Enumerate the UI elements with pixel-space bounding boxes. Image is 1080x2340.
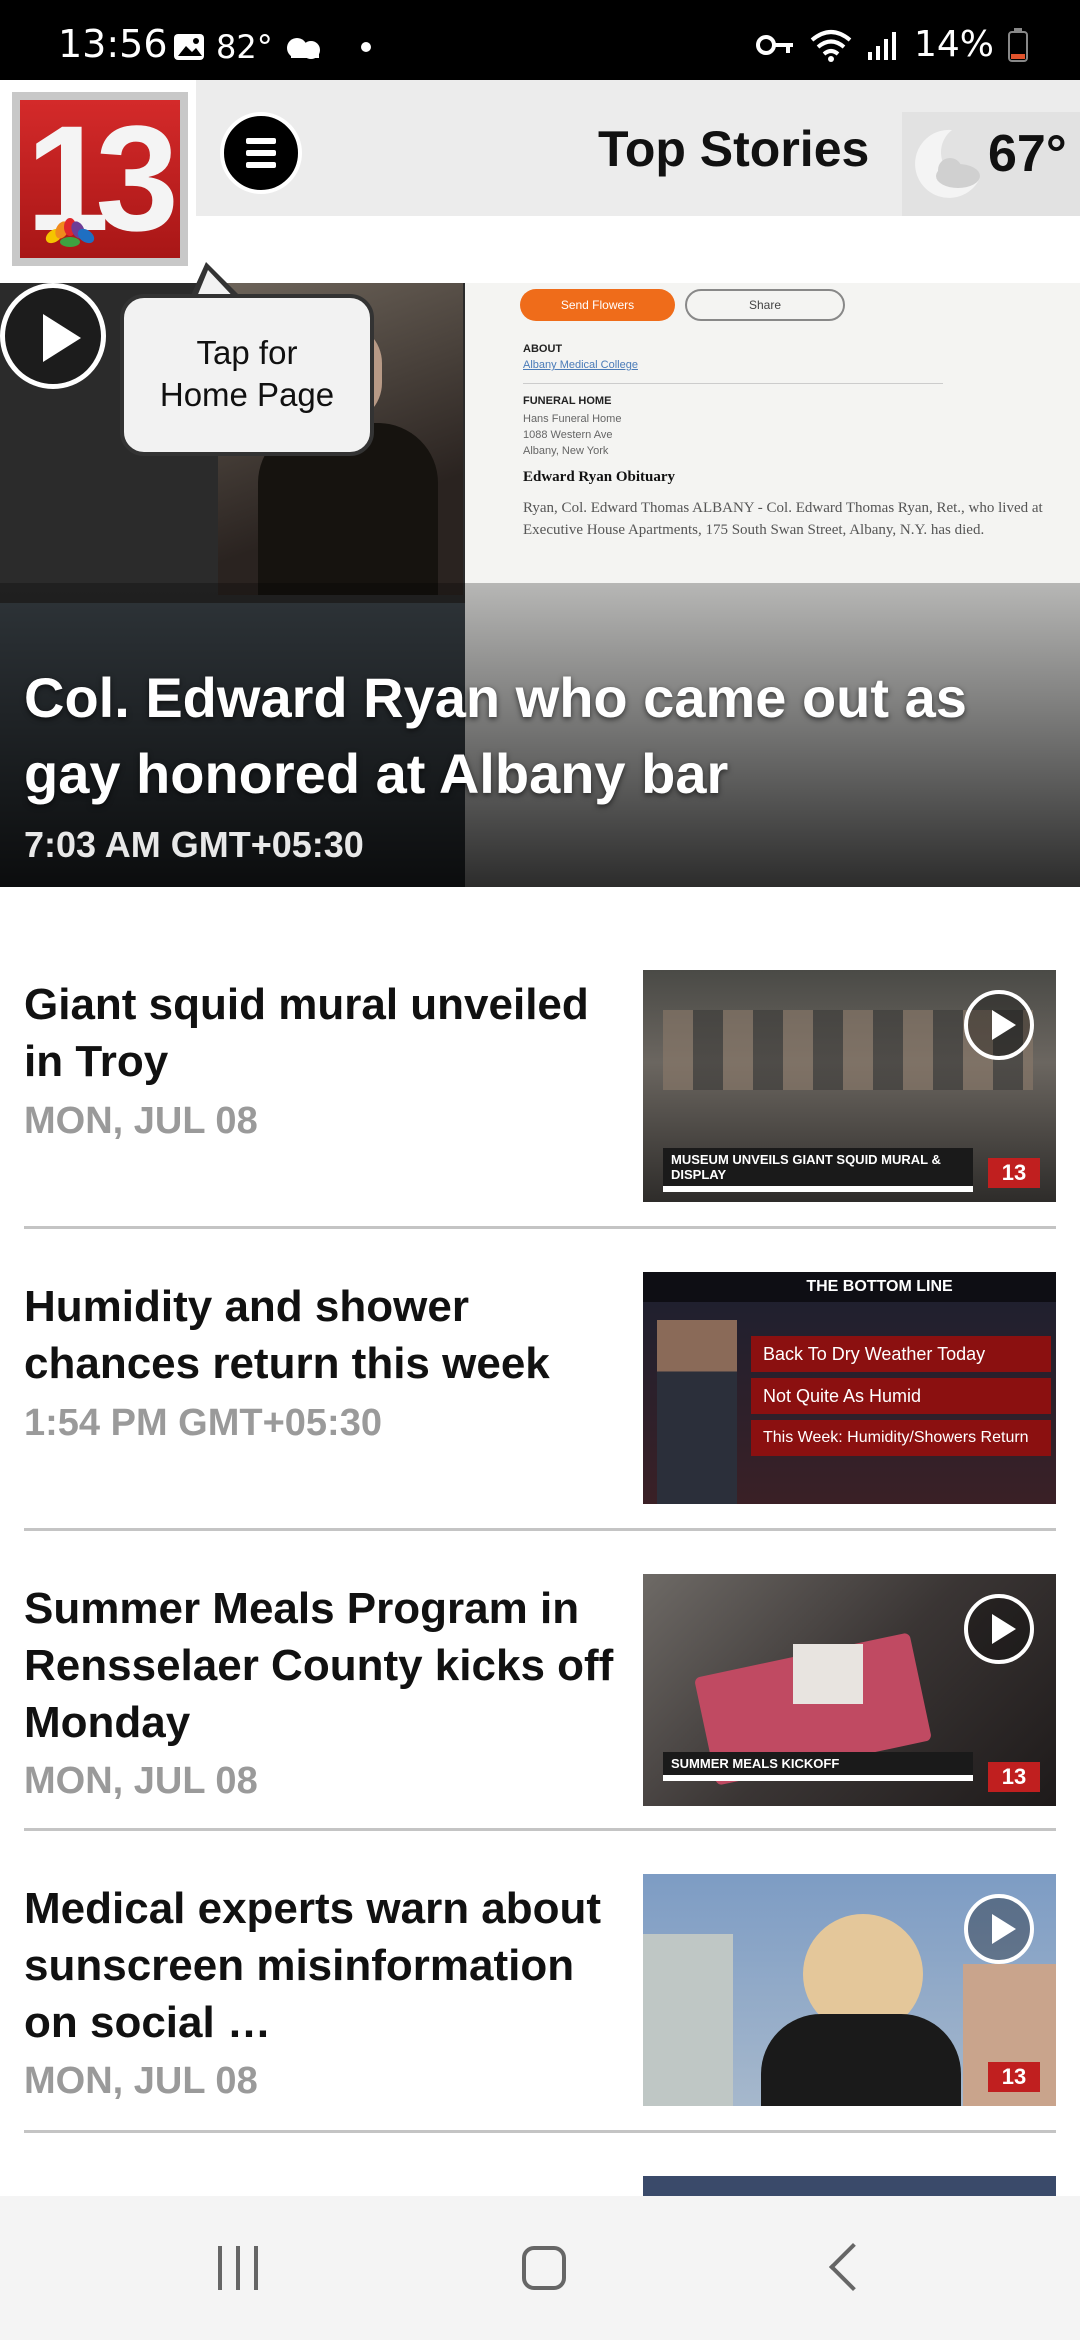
image-obit-body: Ryan, Col. Edward Thomas ALBANY - Col. E… bbox=[523, 500, 1043, 538]
story-title[interactable]: Humidity and shower chances return this … bbox=[24, 1278, 624, 1392]
play-triangle bbox=[992, 1914, 1016, 1944]
image-divider bbox=[523, 383, 943, 384]
story-divider bbox=[24, 1528, 1056, 1531]
story-title[interactable]: Summer Meals Program in Rensselaer Count… bbox=[24, 1580, 624, 1751]
thumbnail-chyron: SUMMER MEALS KICKOFF bbox=[663, 1752, 973, 1796]
recent-apps-icon bbox=[218, 2246, 222, 2290]
panel-item: Not Quite As Humid bbox=[751, 1378, 1051, 1414]
story-title[interactable]: Giant squid mural unveiled in Troy bbox=[24, 976, 624, 1090]
hamburger-icon-line bbox=[246, 162, 276, 168]
panel-item: This Week: Humidity/Showers Return bbox=[751, 1420, 1051, 1456]
next-story-thumbnail[interactable] bbox=[643, 2176, 1056, 2196]
weather-temp: 67° bbox=[988, 125, 1067, 183]
chyron-bar bbox=[663, 1186, 973, 1192]
status-time: 13:56 bbox=[58, 22, 168, 66]
panel-title: THE BOTTOM LINE bbox=[643, 1272, 1056, 1302]
battery-percent: 14% bbox=[913, 24, 994, 65]
recent-apps-icon bbox=[254, 2246, 258, 2290]
story-item[interactable]: Humidity and shower chances return this … bbox=[0, 1242, 1080, 1544]
hamburger-icon bbox=[246, 138, 276, 144]
station-logo-bug: 13 bbox=[988, 1762, 1040, 1792]
chyron-text: MUSEUM UNVEILS GIANT SQUID MURAL & DISPL… bbox=[663, 1148, 973, 1186]
thumbnail-building bbox=[643, 1934, 733, 2106]
image-obit-heading: Edward Ryan Obituary bbox=[523, 469, 675, 485]
station-logo-bug: 13 bbox=[988, 2062, 1040, 2092]
story-thumbnail[interactable]: SUMMER MEALS KICKOFF 13 bbox=[643, 1574, 1056, 1806]
story-thumbnail[interactable]: MUSEUM UNVEILS GIANT SQUID MURAL & DISPL… bbox=[643, 970, 1056, 1202]
image-funeral-addr1: 1088 Western Ave bbox=[523, 429, 613, 441]
hero-timestamp: 7:03 AM GMT+05:30 bbox=[24, 824, 364, 865]
story-title[interactable]: Medical experts warn about sunscreen mis… bbox=[24, 1880, 624, 2051]
station-logo-home-button[interactable]: 13 bbox=[12, 92, 188, 266]
story-item[interactable]: Giant squid mural unveiled in Troy MON, … bbox=[0, 940, 1080, 1242]
story-thumbnail[interactable]: 13 bbox=[643, 1874, 1056, 2106]
signal-icon bbox=[867, 31, 896, 60]
back-button[interactable] bbox=[828, 2242, 878, 2292]
logo-badge: 13 bbox=[20, 100, 180, 258]
status-notification-icons: 82° bbox=[172, 28, 371, 66]
image-funeral-name: Hans Funeral Home bbox=[523, 413, 622, 425]
home-page-tooltip: Tap for Home Page bbox=[120, 294, 374, 456]
page-title: Top Stories bbox=[598, 121, 870, 177]
gallery-icon bbox=[174, 34, 204, 60]
play-triangle bbox=[992, 1614, 1016, 1644]
tooltip-line1: Tap for bbox=[196, 334, 298, 371]
story-date: MON, JUL 08 bbox=[24, 1100, 258, 1142]
peacock-icon bbox=[45, 218, 95, 247]
play-triangle bbox=[992, 1010, 1016, 1040]
status-system-icons: 14% bbox=[755, 24, 1028, 65]
tooltip-line2: Home Page bbox=[159, 376, 335, 413]
story-divider bbox=[24, 2130, 1056, 2133]
status-weather-temp: 82° bbox=[216, 28, 273, 66]
station-logo-bug: 13 bbox=[988, 1158, 1040, 1188]
story-item[interactable]: Summer Meals Program in Rensselaer Count… bbox=[0, 1544, 1080, 1844]
notification-dot bbox=[360, 42, 371, 52]
wifi-icon bbox=[810, 29, 852, 62]
hero-title[interactable]: Col. Edward Ryan who came out as gay hon… bbox=[24, 660, 1064, 812]
play-icon[interactable] bbox=[964, 990, 1034, 1060]
battery-low-icon bbox=[1008, 27, 1028, 62]
weather-widget[interactable]: 67° bbox=[902, 112, 1080, 216]
story-date: 1:54 PM GMT+05:30 bbox=[24, 1402, 382, 1444]
image-share: Share bbox=[685, 289, 845, 321]
cloudy-icon bbox=[286, 38, 320, 59]
moon-cloud-icon bbox=[915, 129, 980, 198]
story-divider bbox=[24, 1828, 1056, 1831]
story-item[interactable]: Medical experts warn about sunscreen mis… bbox=[0, 1844, 1080, 2146]
meteorologist-figure bbox=[657, 1320, 737, 1504]
reporter-body bbox=[761, 2014, 961, 2106]
system-nav-bar bbox=[0, 2196, 1080, 2340]
menu-button[interactable] bbox=[220, 112, 302, 194]
play-icon[interactable] bbox=[964, 1594, 1034, 1664]
image-about-value: Albany Medical College bbox=[523, 359, 638, 371]
image-about-label: ABOUT bbox=[523, 343, 563, 355]
image-funeral-addr2: Albany, New York bbox=[523, 445, 609, 457]
image-funeral-label: FUNERAL HOME bbox=[523, 395, 612, 407]
story-divider bbox=[24, 1226, 1056, 1229]
story-date: MON, JUL 08 bbox=[24, 2060, 258, 2102]
image-send-flowers: Send Flowers bbox=[520, 289, 675, 321]
vpn-key-icon bbox=[755, 34, 793, 55]
home-button[interactable] bbox=[522, 2246, 566, 2290]
thumbnail-chyron: MUSEUM UNVEILS GIANT SQUID MURAL & DISPL… bbox=[663, 1148, 973, 1192]
hamburger-icon-line bbox=[246, 150, 276, 156]
recent-apps-icon bbox=[236, 2246, 240, 2290]
status-bar: 13:56 82° 14% bbox=[0, 0, 1080, 80]
play-icon[interactable] bbox=[0, 283, 106, 389]
panel-item: Back To Dry Weather Today bbox=[751, 1336, 1051, 1372]
play-triangle bbox=[43, 314, 81, 362]
play-icon[interactable] bbox=[964, 1894, 1034, 1964]
story-thumbnail[interactable]: THE BOTTOM LINE Back To Dry Weather Toda… bbox=[643, 1272, 1056, 1504]
recent-apps-button[interactable] bbox=[218, 2246, 258, 2290]
chyron-bar bbox=[663, 1775, 973, 1781]
chyron-text: SUMMER MEALS KICKOFF bbox=[663, 1752, 973, 1775]
story-date: MON, JUL 08 bbox=[24, 1760, 258, 1802]
thumbnail-food bbox=[793, 1644, 863, 1704]
